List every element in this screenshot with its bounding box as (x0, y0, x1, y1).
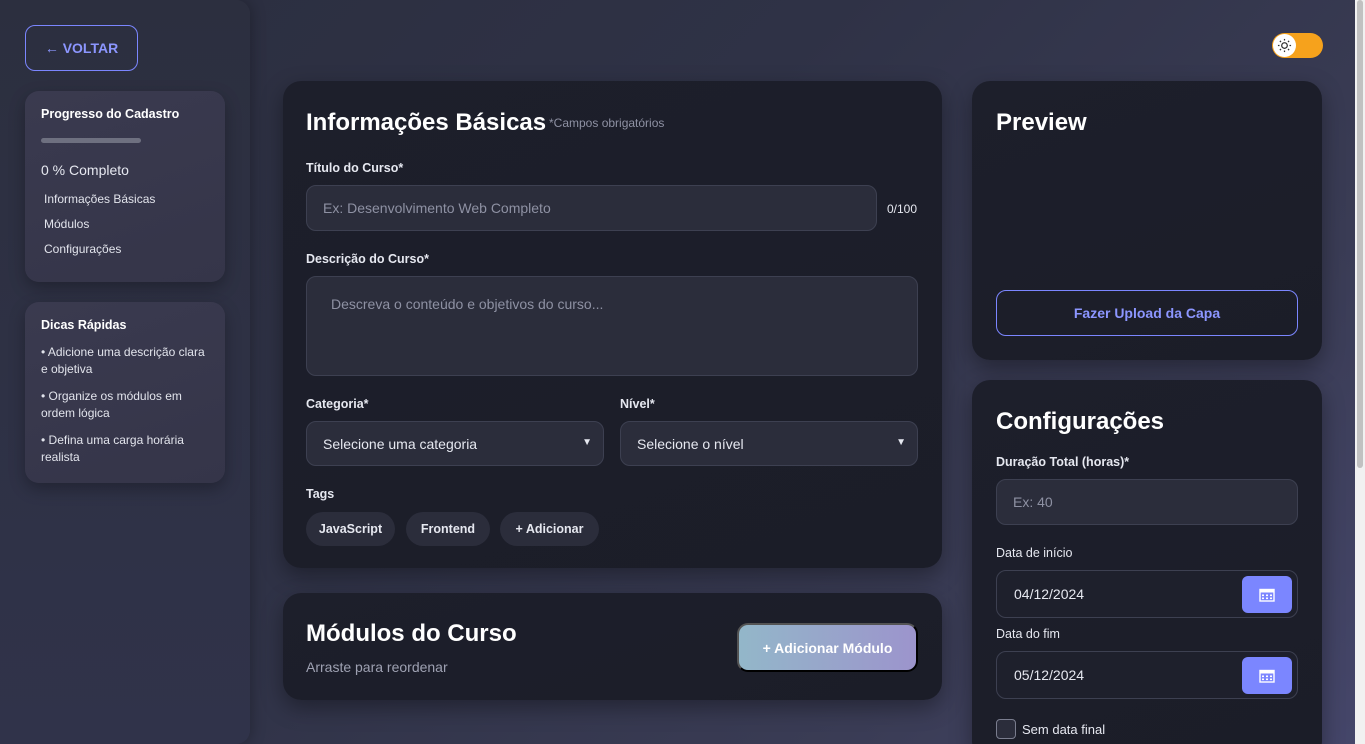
tags-label: Tags (306, 487, 335, 501)
tag-chip[interactable]: JavaScript (306, 512, 395, 546)
modules-card: Módulos do Curso Arraste para reordenar … (283, 593, 942, 700)
config-title: Configurações (996, 408, 1165, 435)
no-end-date-checkbox[interactable] (996, 719, 1016, 739)
step-modules[interactable]: Módulos (44, 217, 209, 231)
tips-card: Dicas Rápidas • Adicione uma descrição c… (25, 302, 225, 483)
level-selected: Selecione o nível (637, 435, 744, 452)
basic-info-title: Informações Básicas (306, 109, 547, 136)
level-label: Nível* (620, 397, 655, 411)
sun-icon (1277, 38, 1292, 53)
basic-info-card: Informações Básicas *Campos obrigatórios… (283, 81, 942, 568)
course-title-placeholder: Ex: Desenvolvimento Web Completo (323, 200, 551, 216)
level-select[interactable]: Selecione o nível ▼ (620, 421, 918, 466)
tips-title: Dicas Rápidas (41, 318, 127, 332)
tips-list: • Adicione uma descrição clara e objetiv… (41, 344, 209, 466)
modules-subtitle: Arraste para reordenar (306, 659, 448, 675)
end-date-label: Data do fim (996, 627, 1060, 641)
course-title-input[interactable]: Ex: Desenvolvimento Web Completo (306, 185, 877, 231)
description-placeholder: Descreva o conteúdo e objetivos do curso… (331, 296, 604, 312)
progress-title: Progresso do Cadastro (41, 107, 180, 121)
description-textarea[interactable]: Descreva o conteúdo e objetivos do curso… (306, 276, 918, 376)
start-date-calendar-button[interactable] (1242, 576, 1292, 613)
tip-item: • Defina uma carga horária realista (41, 433, 184, 464)
duration-input[interactable]: Ex: 40 (996, 479, 1298, 525)
category-selected: Selecione uma categoria (323, 435, 478, 452)
course-title-label: Título do Curso* (306, 161, 404, 175)
scrollbar-thumb[interactable] (1357, 0, 1363, 468)
add-module-button[interactable]: + Adicionar Módulo (737, 623, 918, 672)
step-list: Informações Básicas Módulos Configuraçõe… (41, 192, 209, 256)
sidebar: ← VOLTAR Progresso do Cadastro 0 % Compl… (0, 0, 250, 744)
toggle-knob (1273, 34, 1296, 57)
page-scrollbar[interactable] (1355, 0, 1365, 744)
chevron-down-icon: ▼ (896, 437, 906, 448)
chevron-down-icon: ▼ (582, 437, 592, 448)
end-date-value: 05/12/2024 (1014, 667, 1085, 683)
no-end-date-label: Sem data final (1022, 722, 1106, 737)
category-label: Categoria* (306, 397, 369, 411)
required-note: *Campos obrigatórios (549, 116, 665, 130)
tip-item: • Adicione uma descrição clara e objetiv… (41, 345, 205, 376)
duration-label: Duração Total (horas)* (996, 455, 1130, 469)
description-label: Descrição do Curso* (306, 252, 429, 266)
config-card: Configurações Duração Total (horas)* Ex:… (972, 380, 1322, 744)
calendar-icon (1259, 588, 1275, 602)
theme-toggle[interactable] (1272, 33, 1323, 58)
start-date-label: Data de início (996, 546, 1073, 560)
progress-card: Progresso do Cadastro 0 % Completo Infor… (25, 91, 225, 282)
preview-card: Preview Fazer Upload da Capa (972, 81, 1322, 360)
tip-item: • Organize os módulos em ordem lógica (41, 389, 182, 420)
step-basic-info[interactable]: Informações Básicas (44, 192, 209, 206)
duration-placeholder: Ex: 40 (1013, 494, 1053, 510)
start-date-value: 04/12/2024 (1014, 586, 1085, 602)
preview-title: Preview (996, 109, 1087, 136)
back-button[interactable]: ← VOLTAR (25, 25, 138, 71)
add-tag-button[interactable]: + Adicionar (500, 512, 599, 546)
end-date-input[interactable]: 05/12/2024 (996, 651, 1298, 699)
upload-cover-button[interactable]: Fazer Upload da Capa (996, 290, 1298, 336)
modules-title: Módulos do Curso (306, 620, 517, 647)
tag-chip[interactable]: Frontend (406, 512, 490, 546)
title-char-counter: 0/100 (887, 202, 918, 216)
category-select[interactable]: Selecione uma categoria ▼ (306, 421, 604, 466)
progress-bar (41, 138, 141, 143)
start-date-input[interactable]: 04/12/2024 (996, 570, 1298, 618)
progress-text: 0 % Completo (41, 162, 129, 178)
calendar-icon (1259, 669, 1275, 683)
step-settings[interactable]: Configurações (44, 242, 209, 256)
end-date-calendar-button[interactable] (1242, 657, 1292, 694)
